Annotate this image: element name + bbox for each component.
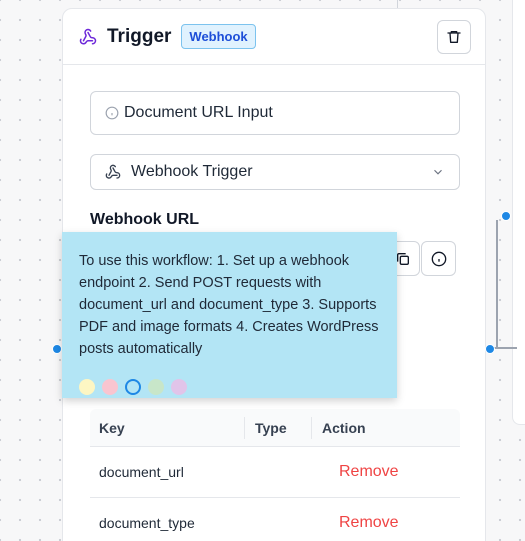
color-swatch-purple[interactable] <box>171 379 187 395</box>
color-picker <box>79 379 187 395</box>
color-swatch-green[interactable] <box>148 379 164 395</box>
column-header-type: Type <box>245 416 312 439</box>
connection-edge[interactable] <box>492 347 517 349</box>
connection-edge[interactable] <box>496 220 498 348</box>
trigger-type-badge: Webhook <box>181 24 256 49</box>
color-swatch-yellow[interactable] <box>79 379 95 395</box>
webhook-icon <box>79 27 99 47</box>
output-port[interactable] <box>485 344 495 354</box>
sticky-note[interactable]: To use this workflow: 1. Set up a webhoo… <box>62 232 397 398</box>
webhook-url-label: Webhook URL <box>90 211 200 228</box>
chevron-down-icon <box>431 165 445 179</box>
table-row: document_url Remove <box>90 447 460 498</box>
remove-button[interactable]: Remove <box>312 514 399 532</box>
output-port[interactable] <box>52 344 62 354</box>
trigger-type-select[interactable]: Webhook Trigger <box>90 154 460 190</box>
column-header-key: Key <box>90 416 245 439</box>
color-swatch-blue[interactable] <box>125 379 141 395</box>
trash-icon <box>446 29 462 45</box>
sticky-note-text[interactable]: To use this workflow: 1. Set up a webhoo… <box>79 250 381 360</box>
trigger-select-value: Webhook Trigger <box>131 163 253 180</box>
node-name-field[interactable]: Document URL Input <box>90 91 460 135</box>
color-swatch-pink[interactable] <box>102 379 118 395</box>
webhook-icon <box>105 164 121 180</box>
adjacent-node[interactable] <box>512 0 525 425</box>
input-port[interactable] <box>501 211 511 221</box>
delete-node-button[interactable] <box>437 19 471 54</box>
info-icon <box>105 106 119 120</box>
table-row: document_type Remove <box>90 498 460 541</box>
url-info-button[interactable] <box>421 241 456 276</box>
column-header-action: Action <box>322 419 366 436</box>
parameters-table: Key Type Action document_url Remove docu… <box>90 409 460 541</box>
row-key: document_type <box>99 515 195 531</box>
remove-button[interactable]: Remove <box>312 463 399 481</box>
node-title: Trigger <box>107 25 172 47</box>
row-key: document_url <box>99 464 184 480</box>
node-name-value: Document URL Input <box>124 104 273 121</box>
table-header: Key Type Action <box>90 409 460 447</box>
info-icon <box>431 251 447 267</box>
node-header: Trigger Webhook <box>63 9 485 65</box>
